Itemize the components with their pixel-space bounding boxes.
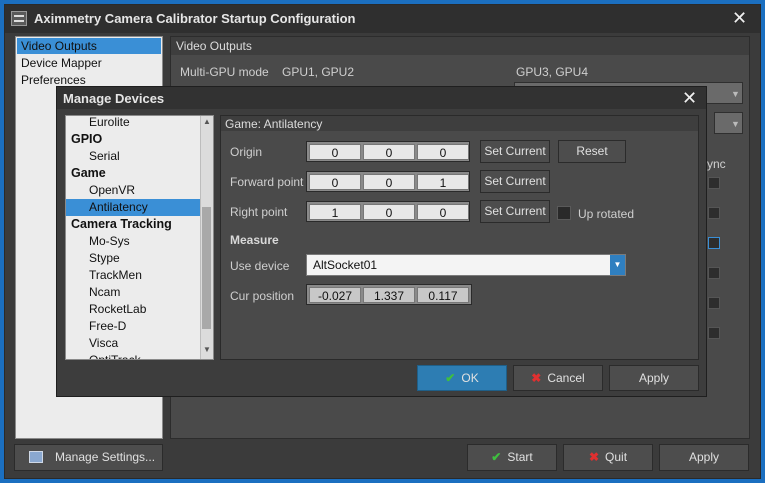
forward-label: Forward point <box>230 175 304 189</box>
cur-position-y: 1.337 <box>363 287 415 303</box>
dialog-titlebar: Manage Devices ✕ <box>57 87 706 109</box>
scroll-up-icon[interactable]: ▲ <box>203 117 211 126</box>
multi-gpu-label: Multi-GPU mode <box>180 65 269 79</box>
manage-settings-label: Manage Settings... <box>55 450 156 464</box>
antilatency-panel: Game: Antilatency Origin 0 0 0 Set Curre… <box>220 115 699 360</box>
tree-item[interactable]: Visca <box>66 335 200 352</box>
outer-titlebar: Aximmetry Camera Calibrator Startup Conf… <box>5 5 760 33</box>
manage-devices-dialog: Manage Devices ✕ Eurolite GPIO Serial Game O… <box>56 86 707 397</box>
cur-position-z: 0.117 <box>417 287 469 303</box>
start-label: Start <box>507 450 533 464</box>
cur-position-vector: -0.027 1.337 0.117 <box>306 284 472 305</box>
sync-checkbox-6[interactable] <box>708 327 720 339</box>
origin-y[interactable]: 0 <box>363 144 415 160</box>
tree-item[interactable]: Serial <box>66 148 200 165</box>
tree-item[interactable]: Stype <box>66 250 200 267</box>
chevron-down-icon: ▼ <box>731 89 740 99</box>
dialog-title: Manage Devices <box>63 91 165 106</box>
use-device-value: AltSocket01 <box>313 258 378 272</box>
tree-item[interactable]: Ncam <box>66 284 200 301</box>
tree-category[interactable]: GPIO <box>66 131 200 148</box>
origin-x[interactable]: 0 <box>309 144 361 160</box>
reset-button[interactable]: Reset <box>558 140 626 163</box>
tree-item[interactable]: TrackMen <box>66 267 200 284</box>
right-set-current-button[interactable]: Set Current <box>480 200 550 223</box>
dialog-apply-button[interactable]: Apply <box>609 365 699 391</box>
origin-set-current-button[interactable]: Set Current <box>480 140 550 163</box>
tree-item[interactable]: Eurolite <box>66 116 200 131</box>
tree-item[interactable]: OptiTrack <box>66 352 200 359</box>
origin-z[interactable]: 0 <box>417 144 469 160</box>
app-icon <box>11 11 27 26</box>
settings-icon <box>29 451 43 463</box>
content-title: Game: Antilatency <box>225 117 323 131</box>
panel-header: Video Outputs <box>171 37 749 55</box>
start-button[interactable]: ✔ Start <box>467 444 557 471</box>
tree-scrollbar[interactable]: ▲ ▼ <box>200 116 213 359</box>
sync-checkbox-4[interactable] <box>708 267 720 279</box>
outer-title: Aximmetry Camera Calibrator Startup Conf… <box>34 11 356 26</box>
forward-x[interactable]: 0 <box>309 174 361 190</box>
forward-set-current-button[interactable]: Set Current <box>480 170 550 193</box>
apply-button[interactable]: Apply <box>659 444 749 471</box>
quit-button[interactable]: ✖ Quit <box>563 444 653 471</box>
chevron-down-icon[interactable]: ▼ <box>610 255 625 275</box>
close-icon[interactable]: ✕ <box>682 89 697 107</box>
close-icon: ✖ <box>588 450 600 464</box>
use-device-label: Use device <box>230 259 290 273</box>
gpu34-label: GPU3, GPU4 <box>516 65 589 79</box>
quit-label: Quit <box>605 450 628 464</box>
up-rotated-label: Up rotated <box>578 207 635 221</box>
panel-title: Video Outputs <box>176 39 252 53</box>
cur-position-label: Cur position <box>230 289 295 303</box>
right-x[interactable]: 1 <box>309 204 361 220</box>
sidebar-item-device-mapper[interactable]: Device Mapper <box>17 55 161 71</box>
close-icon: ✖ <box>531 371 542 385</box>
ok-label: OK <box>461 371 479 385</box>
tree-item[interactable]: OpenVR <box>66 182 200 199</box>
origin-vector: 0 0 0 <box>306 141 470 162</box>
check-icon: ✔ <box>445 371 456 385</box>
sync-label: ync <box>707 157 726 171</box>
device-tree: Eurolite GPIO Serial Game OpenVR Antilatency C… <box>65 115 214 360</box>
forward-vector: 0 0 1 <box>306 171 470 192</box>
content-header: Game: Antilatency <box>221 116 698 131</box>
sync-checkbox-3[interactable] <box>708 237 720 249</box>
manage-settings-button[interactable]: Manage Settings... <box>14 444 163 471</box>
sidebar-item-video-outputs[interactable]: Video Outputs <box>17 38 161 54</box>
use-device-dropdown[interactable]: AltSocket01 ▼ <box>306 254 626 276</box>
tree-category[interactable]: Camera Tracking <box>66 216 200 233</box>
sync-checkbox-5[interactable] <box>708 297 720 309</box>
dialog-apply-label: Apply <box>638 371 670 385</box>
forward-y[interactable]: 0 <box>363 174 415 190</box>
tree-item[interactable]: Mo-Sys <box>66 233 200 250</box>
forward-z[interactable]: 1 <box>417 174 469 190</box>
right-z[interactable]: 0 <box>417 204 469 220</box>
sync-checkbox-1[interactable] <box>708 177 720 189</box>
right-label: Right point <box>230 205 288 219</box>
right-vector: 1 0 0 <box>306 201 470 222</box>
apply-label: Apply <box>688 450 720 464</box>
tree-item[interactable]: Free-D <box>66 318 200 335</box>
close-icon[interactable]: ✕ <box>732 9 747 27</box>
cancel-button[interactable]: ✖ Cancel <box>513 365 603 391</box>
right-y[interactable]: 0 <box>363 204 415 220</box>
cur-position-x: -0.027 <box>309 287 361 303</box>
cancel-label: Cancel <box>547 371 585 385</box>
tree-item[interactable]: Antilatency <box>66 199 200 216</box>
check-icon: ✔ <box>491 450 502 464</box>
up-rotated-checkbox[interactable] <box>557 206 571 220</box>
chevron-down-icon: ▼ <box>731 119 740 129</box>
gpu12-label: GPU1, GPU2 <box>282 65 355 79</box>
origin-label: Origin <box>230 145 263 159</box>
measure-heading: Measure <box>230 233 279 247</box>
sync-checkbox-2[interactable] <box>708 207 720 219</box>
scroll-down-icon[interactable]: ▼ <box>203 345 211 354</box>
tree-category[interactable]: Game <box>66 165 200 182</box>
ok-button[interactable]: ✔ OK <box>417 365 507 391</box>
scroll-thumb[interactable] <box>202 207 211 329</box>
tree-item[interactable]: RocketLab <box>66 301 200 318</box>
